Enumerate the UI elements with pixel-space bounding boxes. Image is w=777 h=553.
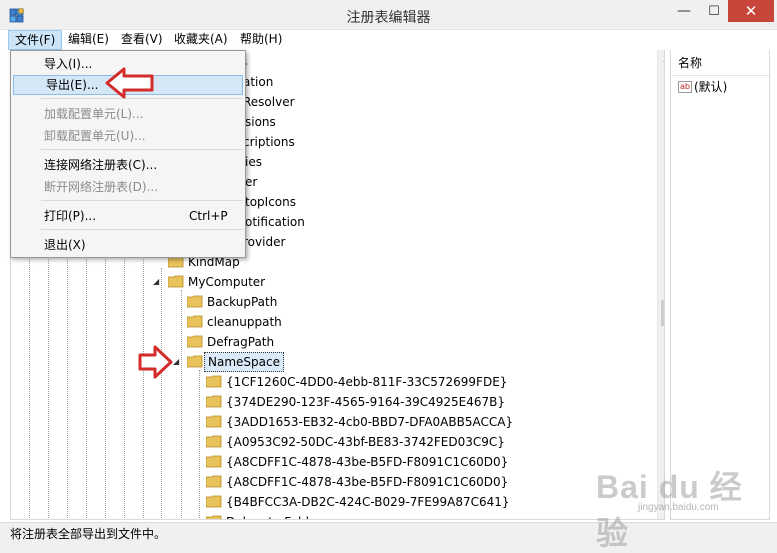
minimize-button[interactable]: — — [668, 0, 700, 22]
menu-item-disconnect-network[interactable]: 断开网络注册表(D)... — [11, 177, 245, 197]
tree-guide — [181, 290, 182, 519]
menu-edit[interactable]: 编辑(E) — [62, 30, 115, 50]
tree-item-partial[interactable]: ation — [243, 72, 273, 92]
value-row-default[interactable]: ab (默认) — [678, 78, 727, 96]
tree-item-backuppath[interactable]: BackupPath — [207, 292, 277, 312]
tree-item-cut[interactable]: Delegate Folders — [226, 512, 328, 519]
folder-icon — [187, 315, 203, 328]
menu-item-exit[interactable]: 退出(X) — [11, 235, 245, 255]
folder-icon — [187, 295, 203, 308]
tree-item-partial[interactable]: sions — [245, 112, 276, 132]
tree-item-partial[interactable]: Resolver — [243, 92, 295, 112]
string-value-icon: ab — [678, 81, 692, 93]
folder-icon — [206, 375, 222, 388]
window-title: 注册表编辑器 — [346, 10, 431, 26]
folder-icon — [206, 415, 222, 428]
folder-icon — [206, 395, 222, 408]
title-bar: 注册表编辑器 — ☐ ✕ — [0, 0, 777, 30]
tree-item-guid[interactable]: {1CF1260C-4DD0-4ebb-811F-33C572699FDE} — [226, 372, 507, 392]
menu-help[interactable]: 帮助(H) — [234, 30, 288, 50]
tree-item-guid[interactable]: {A0953C92-50DC-43bf-BE83-3742FED03C9C} — [226, 432, 505, 452]
column-header-name[interactable]: 名称 — [671, 50, 771, 76]
menu-bar: 文件(F) 编辑(E) 查看(V) 收藏夹(A) 帮助(H) — [0, 30, 777, 50]
maximize-button[interactable]: ☐ — [700, 0, 728, 22]
menu-favorites[interactable]: 收藏夹(A) — [168, 30, 234, 50]
tree-item-partial[interactable]: rovider — [243, 232, 285, 252]
menu-item-print[interactable]: 打印(P)... Ctrl+P — [11, 206, 245, 226]
menu-separator — [41, 149, 243, 150]
menu-item-load-hive[interactable]: 加载配置单元(L)... — [11, 104, 245, 124]
collapse-arrow-icon[interactable]: ◢ — [173, 358, 181, 366]
tree-item-guid[interactable]: {B4BFCC3A-DB2C-424C-B029-7FE99A87C641} — [226, 492, 510, 512]
folder-icon — [206, 495, 222, 508]
tree-guide — [161, 268, 162, 519]
tree-item-partial[interactable]: criptions — [243, 132, 295, 152]
tree-item-defragpath[interactable]: DefragPath — [207, 332, 274, 352]
annotation-arrow-right-icon — [138, 345, 173, 379]
folder-open-icon — [187, 355, 203, 368]
tree-scrollbar[interactable]: ▲ ▼ — [657, 50, 664, 519]
tree-item-mycomputer[interactable]: MyComputer — [188, 272, 265, 292]
tree-guide — [199, 370, 200, 519]
menu-view[interactable]: 查看(V) — [115, 30, 169, 50]
menu-item-unload-hive[interactable]: 卸载配置单元(U)... — [11, 126, 245, 146]
tree-item-guid[interactable]: {3ADD1653-EB32-4cb0-BBD7-DFA0ABB5ACCA} — [226, 412, 513, 432]
close-button[interactable]: ✕ — [728, 0, 774, 22]
tree-item-guid[interactable]: {374DE290-123F-4565-9164-39C4925E467B} — [226, 392, 505, 412]
collapse-arrow-icon[interactable]: ◢ — [153, 278, 161, 286]
value-name: (默认) — [694, 80, 728, 94]
tree-item-guid[interactable]: {A8CDFF1C-4878-43be-B5FD-F8091C1C60D0} — [226, 472, 508, 492]
folder-open-icon — [168, 275, 184, 288]
folder-icon — [206, 475, 222, 488]
folder-icon — [206, 515, 222, 519]
tree-item-partial[interactable]: topIcons — [245, 192, 296, 212]
menu-item-connect-network[interactable]: 连接网络注册表(C)... — [11, 155, 245, 175]
folder-icon — [187, 335, 203, 348]
status-bar: 将注册表全部导出到文件中。 — [0, 522, 777, 553]
tree-item-partial[interactable]: er — [245, 172, 257, 192]
values-pane[interactable]: 名称 ab (默认) — [670, 50, 771, 520]
folder-icon — [206, 455, 222, 468]
scroll-up-arrow-icon[interactable]: ▲ — [658, 50, 664, 67]
tree-item-partial[interactable]: otification — [245, 212, 305, 232]
annotation-arrow-left-icon — [105, 67, 154, 99]
menu-separator — [41, 229, 243, 230]
tree-item-cleanuppath[interactable]: cleanuppath — [207, 312, 282, 332]
tree-item-namespace[interactable]: NameSpace — [204, 352, 284, 372]
shortcut-ctrl-p: Ctrl+P — [189, 209, 228, 223]
tree-item-guid[interactable]: {A8CDFF1C-4878-43be-B5FD-F8091C1C60D0} — [226, 452, 508, 472]
tree-item-partial[interactable]: ies — [245, 152, 262, 172]
menu-file[interactable]: 文件(F) — [8, 30, 63, 50]
menu-separator — [41, 200, 243, 201]
folder-icon — [206, 435, 222, 448]
scroll-thumb[interactable] — [661, 300, 664, 326]
scroll-down-arrow-icon[interactable]: ▼ — [658, 503, 664, 519]
menu-item-print-label: 打印(P)... — [44, 209, 97, 223]
